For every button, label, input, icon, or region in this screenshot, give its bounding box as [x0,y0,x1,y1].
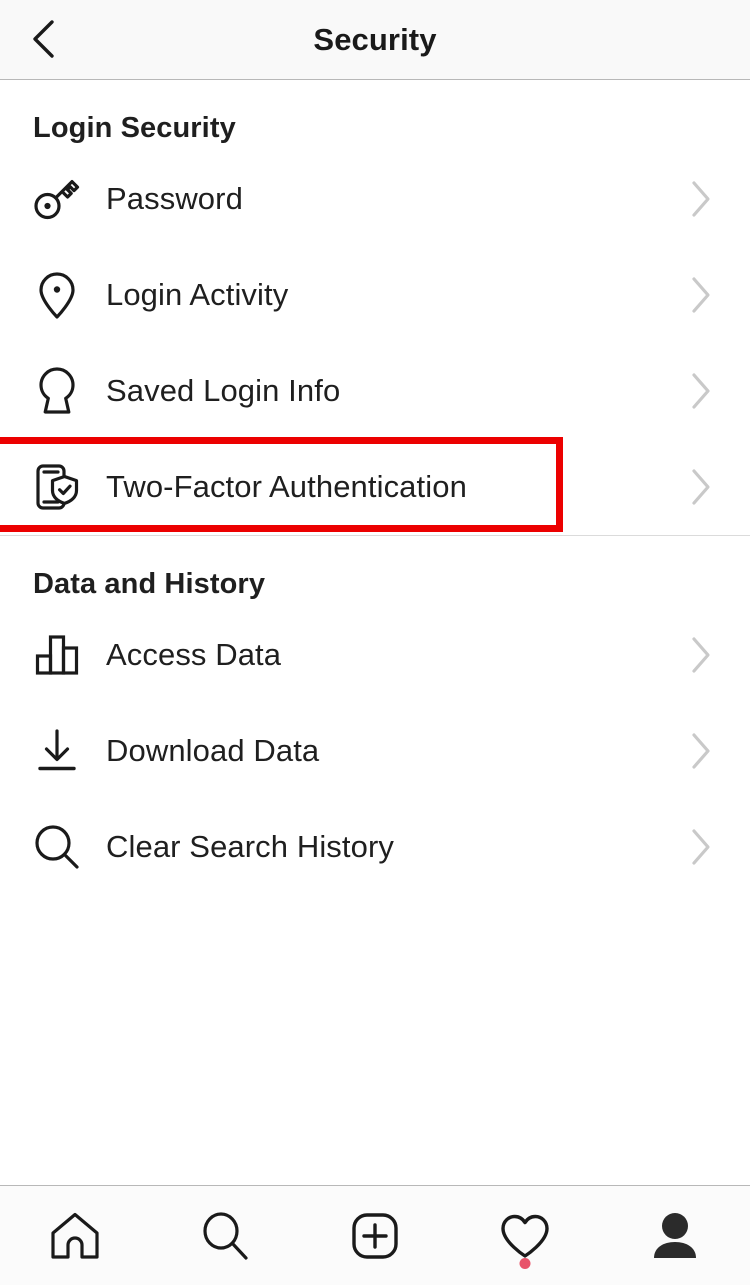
bottom-navigation-bar [0,1185,750,1285]
tab-search[interactable] [150,1186,300,1285]
notification-badge-dot [519,1258,531,1269]
settings-row-label: Clear Search History [106,829,394,864]
chevron-left-icon [28,18,58,60]
settings-row-label: Access Data [106,637,282,672]
settings-row-label: Two-Factor Authentication [106,469,467,504]
phone-shield-check-icon [30,461,84,513]
login-security-list: Password Login Activity Saved Login Info… [0,151,750,535]
data-and-history-list: Access Data Download Data Clear Search H… [0,607,750,895]
security-settings-screen: Security Login Security Password Login A… [0,0,750,1285]
section-header-login-security: Login Security [33,112,236,144]
settings-row-saved-login-info[interactable]: Saved Login Info [0,343,750,439]
section-header-data-and-history: Data and History [33,568,266,600]
chevron-right-icon [686,371,716,411]
chevron-right-icon [686,179,716,219]
keyhole-icon [30,365,84,417]
settings-row-login-activity[interactable]: Login Activity [0,247,750,343]
search-icon [30,821,84,873]
chevron-right-icon [686,731,716,771]
person-icon [646,1207,704,1265]
tab-home[interactable] [0,1186,150,1285]
settings-row-download-data[interactable]: Download Data [0,703,750,799]
settings-row-label: Login Activity [106,277,289,312]
settings-content: Login Security Password Login Activity S… [0,80,750,1185]
download-arrow-icon [30,725,84,777]
tab-create[interactable] [300,1186,450,1285]
chevron-right-icon [686,467,716,507]
settings-row-label: Download Data [106,733,320,768]
screen-header: Security [0,0,750,80]
location-pin-icon [30,269,84,321]
tab-profile[interactable] [600,1186,750,1285]
settings-row-label: Password [106,181,243,216]
key-icon [30,173,84,225]
page-title: Security [313,21,437,57]
search-icon [196,1207,254,1265]
back-button[interactable] [12,0,74,78]
settings-row-password[interactable]: Password [0,151,750,247]
settings-row-access-data[interactable]: Access Data [0,607,750,703]
plus-box-icon [346,1207,404,1265]
settings-row-two-factor-authentication[interactable]: Two-Factor Authentication [0,437,750,535]
chevron-right-icon [686,827,716,867]
home-icon [46,1207,104,1265]
tab-activity[interactable] [450,1186,600,1285]
settings-row-label: Saved Login Info [106,373,341,408]
heart-icon [496,1209,554,1263]
chevron-right-icon [686,275,716,315]
settings-row-clear-search-history[interactable]: Clear Search History [0,799,750,895]
chevron-right-icon [686,635,716,675]
bar-chart-icon [30,629,84,681]
